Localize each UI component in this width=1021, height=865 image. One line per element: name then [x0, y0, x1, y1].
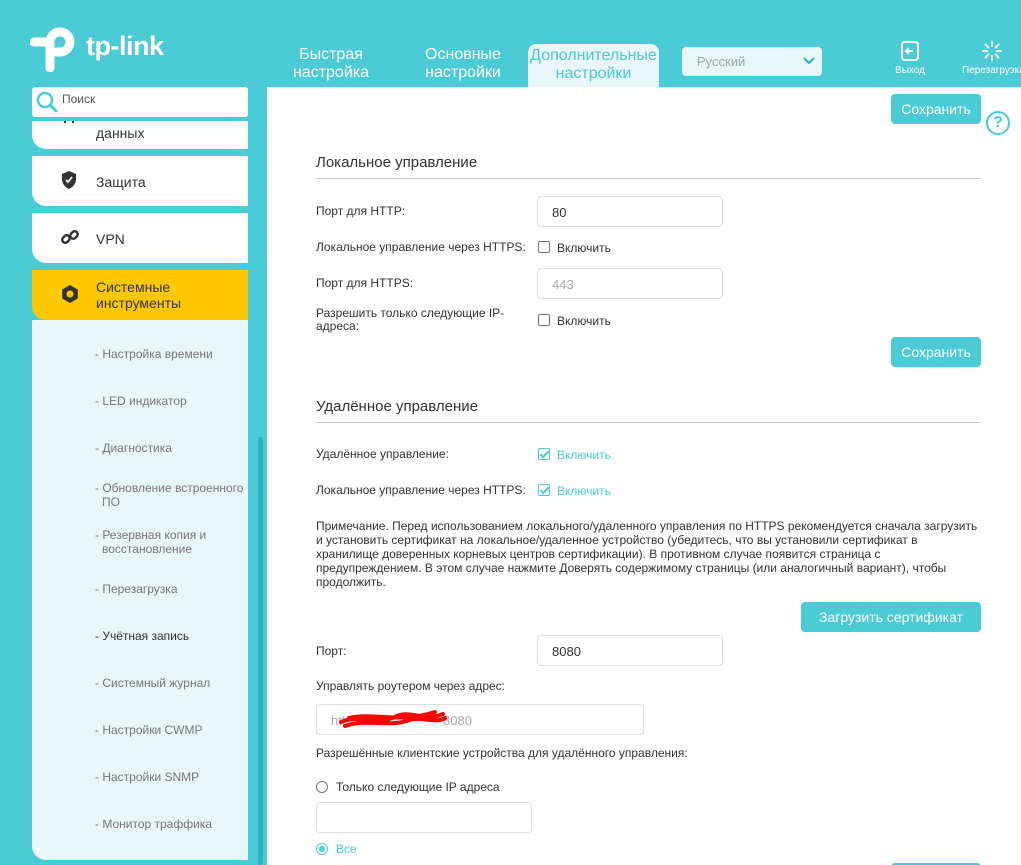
label-line2: восстановление [102, 542, 193, 556]
submenu-item-cwmp[interactable]: - Настройки CWMP [95, 723, 245, 737]
tab-label-line1: Быстрая [299, 46, 363, 63]
label-line2: ПО [102, 495, 120, 509]
only-ip-radio[interactable] [316, 781, 328, 793]
remote-port-input[interactable]: 8080 [537, 635, 723, 666]
tab-quick-setup[interactable]: Быстрая настройка [278, 46, 384, 86]
label-line1: - Обновление встроенного [95, 481, 244, 495]
brand-name: tp-link [86, 30, 164, 61]
main-panel: Сохранить ? Локальное управление Порт дл… [267, 87, 1021, 865]
remote-https-label: Локальное управление через HTTPS: [316, 483, 526, 497]
remote-checkbox[interactable] [538, 448, 550, 460]
redaction-scribble [339, 710, 447, 728]
tab-label-line1: Основные [425, 46, 501, 63]
shield-icon [60, 170, 78, 195]
search-box[interactable] [32, 87, 248, 117]
https-port-label: Порт для HTTPS: [316, 276, 414, 290]
submenu-item-traffic[interactable]: - Монитор траффика [95, 817, 245, 831]
divider [316, 178, 981, 179]
upload-certificate-button[interactable]: Загрузить сертификат [801, 602, 981, 632]
logout-label: Выход [895, 65, 925, 76]
only-ip-label: Только следующие IP адреса [336, 780, 500, 794]
tab-label-line2: настройки [555, 65, 632, 82]
sidebar: данных Защита VPN Системные инструменты … [32, 121, 260, 865]
tab-label-line2: настройка [292, 64, 370, 81]
submenu-item-syslog[interactable]: - Системный журнал [95, 676, 245, 690]
allow-ip-label: Разрешить только следующие IP- адреса: [316, 307, 526, 333]
tab-label-line1: Дополнительные [530, 47, 657, 64]
label-line2: инструменты [96, 295, 182, 311]
submenu-item-reboot[interactable]: - Перезагрузка [95, 582, 245, 596]
sidebar-scrollbar[interactable] [258, 437, 263, 865]
language-selected: Русский [697, 54, 746, 69]
label-line1: Разрешить только следующие IP- [316, 306, 505, 320]
tp-link-logo: tp-link [29, 20, 164, 73]
local-https-enable-label: Включить [557, 241, 611, 255]
link-icon [60, 227, 80, 252]
gear-icon [60, 284, 80, 309]
search-input[interactable] [62, 92, 232, 106]
logout-button[interactable]: Выход [889, 40, 931, 76]
remote-enable-label: Включить [557, 448, 611, 462]
tab-basic[interactable]: Основные настройки [410, 46, 516, 86]
submenu-item-backup[interactable]: - Резервная копия и восстановление [95, 528, 245, 556]
address-suffix: 8080 [443, 713, 472, 728]
submenu-item-diagnostics[interactable]: - Диагностика [95, 441, 245, 455]
submenu-panel: - Настройка времени - LED индикатор - Ди… [32, 320, 248, 860]
submenu-item-snmp[interactable]: - Настройки SNMP [95, 770, 245, 784]
allow-ip-enable-label: Включить [557, 314, 611, 328]
tp-link-logo-icon [29, 20, 82, 73]
all-label: Все [336, 842, 357, 856]
address-label: Управлять роутером через адрес: [316, 679, 505, 693]
save-button-top[interactable]: Сохранить [891, 94, 981, 124]
label-line2: адреса: [316, 319, 360, 333]
language-select[interactable]: Русский [682, 47, 822, 76]
label-line1: - Резервная копия и [95, 528, 207, 542]
allow-ip-checkbox[interactable] [538, 314, 550, 326]
submenu-item-firmware[interactable]: - Обновление встроенного ПО [95, 481, 245, 509]
http-port-input[interactable]: 80 [537, 196, 723, 227]
local-https-label: Локальное управление через HTTPS: [316, 240, 526, 254]
tab-label-line2: настройки [425, 64, 501, 81]
all-radio[interactable] [316, 843, 328, 855]
sidebar-item-label: Защита [96, 174, 146, 190]
submenu-item-time[interactable]: - Настройка времени [95, 347, 245, 361]
tab-advanced[interactable]: Дополнительные настройки [528, 44, 659, 87]
logout-icon [901, 41, 919, 61]
save-button-local[interactable]: Сохранить [891, 337, 981, 367]
chevron-down-icon [802, 53, 816, 70]
reboot-button[interactable]: Перезагрузка [962, 40, 1021, 76]
remote-port-label: Порт: [316, 644, 347, 658]
allowed-ip-input[interactable] [316, 802, 532, 833]
local-https-checkbox[interactable] [538, 241, 550, 253]
sidebar-item-data[interactable]: данных [32, 121, 248, 149]
sidebar-item-label: Системные инструменты [96, 279, 181, 311]
remote-https-enable-label: Включить [557, 484, 611, 498]
https-note: Примечание. Перед использованием локальн… [316, 519, 978, 589]
search-icon [35, 90, 59, 119]
section-title-remote: Удалённое управление [316, 398, 478, 415]
section-title-local: Локальное управление [316, 154, 478, 171]
sort-arrows-icon [60, 121, 78, 130]
address-field[interactable]: htt 8080 [316, 704, 644, 735]
submenu-item-led[interactable]: - LED индикатор [95, 394, 245, 408]
divider [316, 422, 981, 423]
label-line1: Системные [96, 279, 171, 295]
sidebar-item-label: данных [96, 125, 145, 141]
sidebar-item-system-tools[interactable]: Системные инструменты [32, 270, 248, 320]
reboot-label: Перезагрузка [962, 65, 1021, 76]
clients-label: Разрешённые клиентские устройства для уд… [316, 746, 688, 760]
sidebar-item-vpn[interactable]: VPN [32, 213, 248, 263]
reboot-icon [981, 41, 1002, 61]
remote-https-checkbox[interactable] [538, 484, 550, 496]
help-icon[interactable]: ? [986, 111, 1010, 135]
http-port-label: Порт для HTTP: [316, 204, 406, 218]
https-port-input[interactable]: 443 [537, 268, 723, 299]
sidebar-item-security[interactable]: Защита [32, 156, 248, 206]
submenu-item-account[interactable]: - Учётная запись [95, 629, 245, 643]
sidebar-item-label: VPN [96, 231, 125, 247]
remote-label: Удалённое управление: [316, 447, 449, 461]
